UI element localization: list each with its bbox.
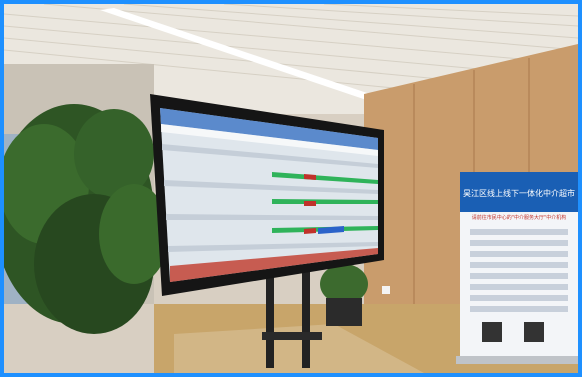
office-photo-scene: 昊江区线上线下一体化中介超市 请前往市民中心的"中介服务大厅"中介机构 xyxy=(4,4,578,373)
potted-plant-small xyxy=(320,264,368,326)
banner-subtitle-text: 请前往市民中心的"中介服务大厅"中介机构 xyxy=(472,214,567,221)
status-cell-red xyxy=(304,174,316,180)
qr-code xyxy=(482,322,502,342)
photo-frame: 昊江区线上线下一体化中介超市 请前往市民中心的"中介服务大厅"中介机构 xyxy=(0,0,582,377)
banner-header-text: 昊江区线上线下一体化中介超市 xyxy=(463,188,575,198)
qr-code xyxy=(524,322,544,342)
banner-base xyxy=(456,356,578,364)
rollup-banner: 昊江区线上线下一体化中介超市 请前往市民中心的"中介服务大厅"中介机构 xyxy=(456,172,578,364)
status-cell-red xyxy=(304,201,316,206)
wall-socket xyxy=(382,286,390,294)
status-cell-red xyxy=(304,228,316,234)
potted-plant-left xyxy=(4,104,169,334)
